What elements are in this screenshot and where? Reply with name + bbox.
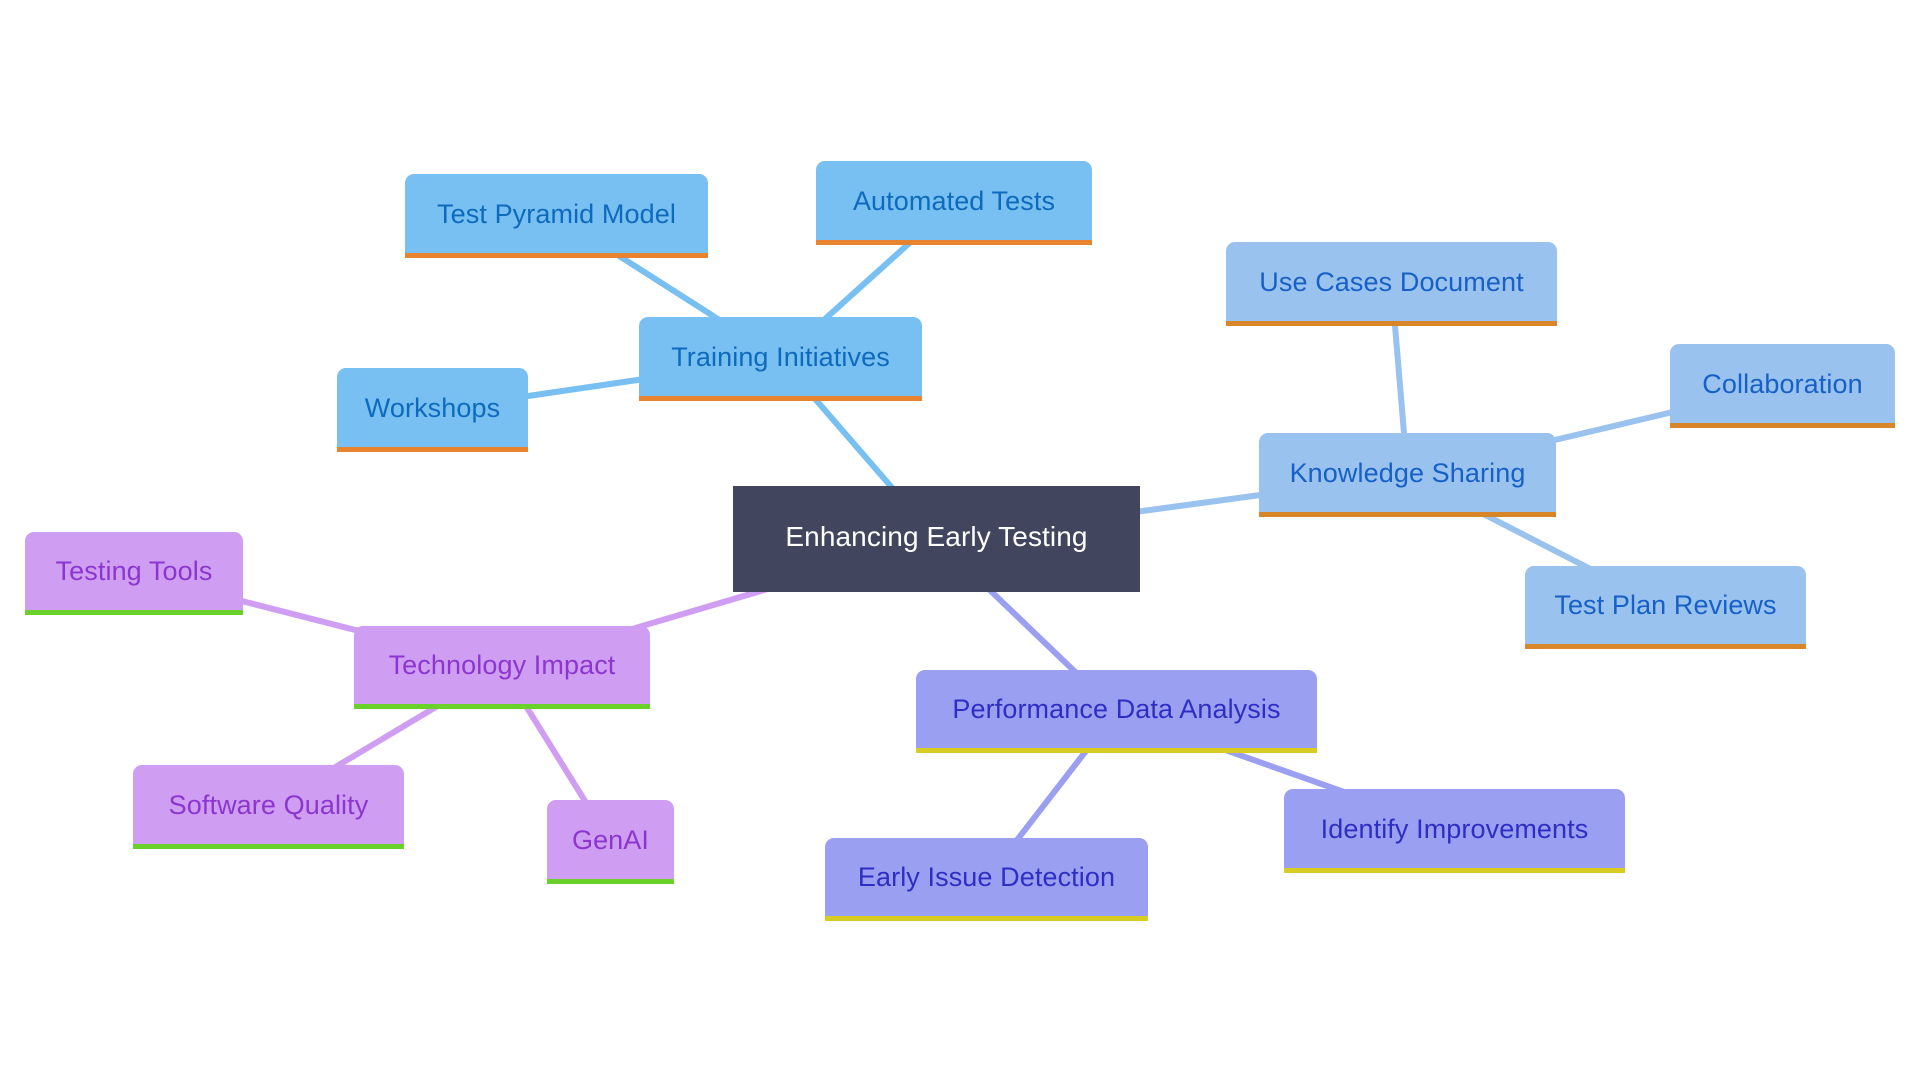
root-node[interactable]: Enhancing Early Testing [733,486,1140,592]
leaf-node-workshops[interactable]: Workshops [337,368,528,452]
node-label: Technology Impact [388,650,616,680]
leaf-node-automated-tests[interactable]: Automated Tests [816,161,1092,245]
leaf-node-test-pyramid-model[interactable]: Test Pyramid Model [405,174,708,258]
node-accent-bar [1226,321,1557,326]
node-label: Workshops [364,392,501,423]
leaf-node-testing-tools[interactable]: Testing Tools [25,532,243,615]
leaf-node-early-issue-detection[interactable]: Early Issue Detection [825,838,1148,921]
node-accent-bar [916,748,1317,753]
node-label: Software Quality [168,789,369,820]
node-accent-bar [825,916,1148,921]
node-accent-bar [354,704,650,709]
leaf-node-test-plan-reviews[interactable]: Test Plan Reviews [1525,566,1806,649]
node-accent-bar [816,240,1092,245]
branch-node-training-initiatives[interactable]: Training Initiatives [639,317,922,401]
branch-node-knowledge-sharing[interactable]: Knowledge Sharing [1259,433,1556,517]
node-accent-bar [1670,423,1895,428]
node-label: Knowledge Sharing [1289,457,1526,488]
node-label: Training Initiatives [671,341,890,372]
node-accent-bar [25,610,243,615]
node-label: GenAI [571,824,650,855]
branch-node-technology-impact[interactable]: Technology Impact [354,626,650,709]
node-label: Collaboration [1702,368,1863,399]
leaf-node-genai[interactable]: GenAI [547,800,674,884]
node-accent-bar [133,844,404,849]
leaf-node-identify-improvements[interactable]: Identify Improvements [1284,789,1625,873]
node-label: Early Issue Detection [857,862,1116,892]
leaf-node-software-quality[interactable]: Software Quality [133,765,404,849]
node-label: Test Plan Reviews [1554,590,1777,620]
node-label: Use Cases Document [1259,266,1524,297]
node-label: Performance Data Analysis [952,694,1281,724]
node-label: Identify Improvements [1320,813,1589,844]
leaf-node-use-cases-document[interactable]: Use Cases Document [1226,242,1557,326]
node-label: Test Pyramid Model [437,198,676,229]
node-label: Automated Tests [852,185,1056,216]
node-accent-bar [1259,512,1556,517]
node-accent-bar [337,447,528,452]
branch-node-performance-data-analysis[interactable]: Performance Data Analysis [916,670,1317,753]
node-accent-bar [1525,644,1806,649]
leaf-node-collaboration[interactable]: Collaboration [1670,344,1895,428]
node-accent-bar [1284,868,1625,873]
node-accent-bar [547,879,674,884]
node-accent-bar [639,396,922,401]
root-node-label: Enhancing Early Testing [785,521,1088,552]
node-accent-bar [405,253,708,258]
node-label: Testing Tools [55,556,213,586]
